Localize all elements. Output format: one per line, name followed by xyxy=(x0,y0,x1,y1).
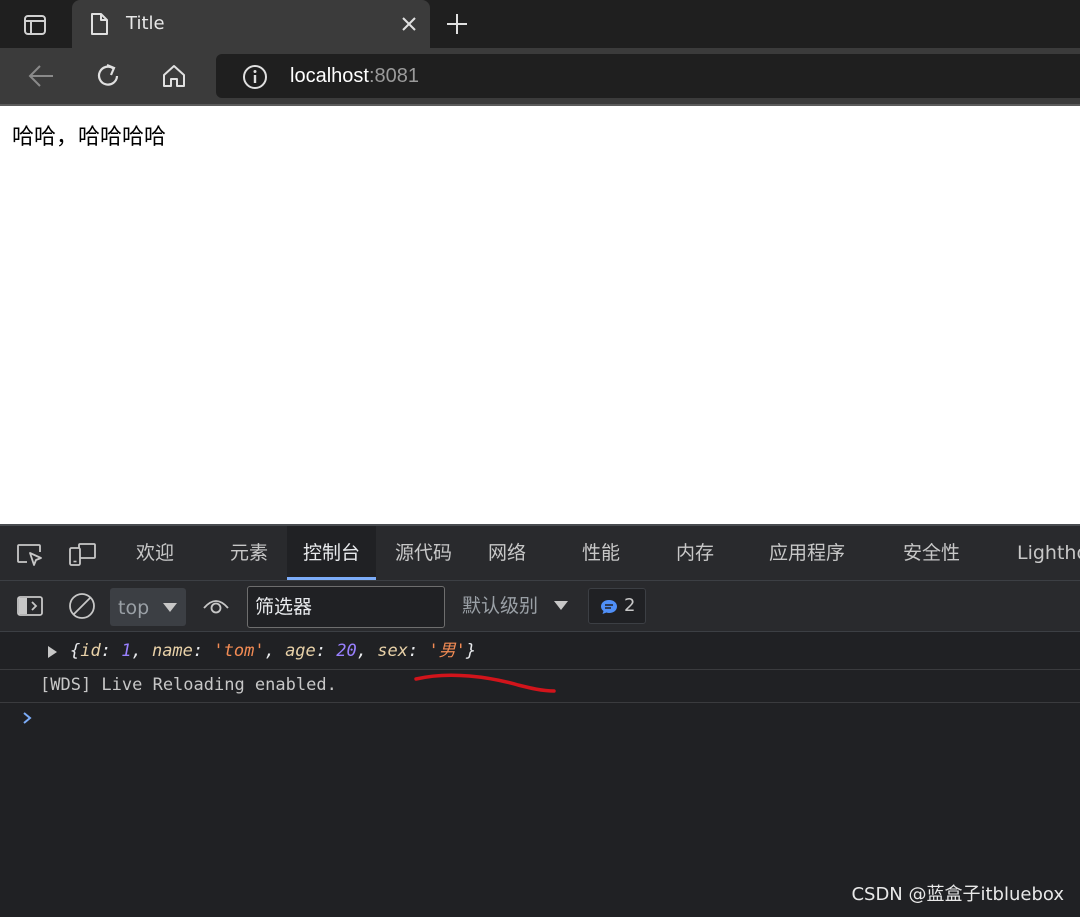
object-brace-open: { xyxy=(70,641,81,661)
clear-console-button[interactable] xyxy=(66,592,98,620)
object-value-sex: '男' xyxy=(428,641,466,661)
object-key-name: name xyxy=(151,641,193,661)
object-brace-close: } xyxy=(465,641,477,661)
close-icon xyxy=(402,17,416,31)
object-key-age: age xyxy=(285,641,316,661)
back-button[interactable] xyxy=(24,60,58,92)
devtools-tab-console[interactable]: 控制台 xyxy=(287,526,377,580)
info-icon[interactable] xyxy=(242,64,268,90)
devtools-tab-memory[interactable]: 内存 xyxy=(676,526,714,580)
object-preview[interactable]: {id: 1, name: 'tom', age: 20, sex: '男'} xyxy=(70,640,476,662)
context-dropdown-caret-icon xyxy=(163,603,177,612)
home-icon xyxy=(163,65,185,87)
devtools-tab-application[interactable]: 应用程序 xyxy=(769,526,845,580)
url-port: :8081 xyxy=(368,65,419,87)
message-icon xyxy=(601,600,617,614)
device-emulation-button[interactable] xyxy=(66,540,98,568)
object-value-id: 1 xyxy=(121,641,132,661)
devtools-tab-lighthouse[interactable]: Lighthouse xyxy=(1017,526,1080,580)
log-level-caret-icon[interactable] xyxy=(554,601,568,610)
page-content-text: 哈哈，哈哈哈哈 xyxy=(12,125,167,150)
object-separator: , xyxy=(356,641,378,661)
devtools-tab-elements[interactable]: 元素 xyxy=(230,526,268,580)
clear-console-icon xyxy=(69,593,95,619)
console-output: {id: 1, name: 'tom', age: 20, sex: '男'} … xyxy=(0,632,1080,917)
device-toolbar-icon xyxy=(69,543,96,566)
new-tab-button[interactable] xyxy=(442,10,472,38)
object-separator: , xyxy=(264,641,286,661)
context-label: top xyxy=(118,597,150,619)
devtools-tab-welcome[interactable]: 欢迎 xyxy=(136,526,174,580)
inspect-element-icon xyxy=(17,544,42,566)
object-separator: : xyxy=(407,641,429,661)
object-key-id: id xyxy=(80,641,101,661)
context-selector[interactable]: top xyxy=(110,588,186,626)
devtools-tab-security[interactable]: 安全性 xyxy=(903,526,960,580)
object-separator: : xyxy=(315,641,337,661)
message-count-badge[interactable]: 2 xyxy=(588,588,646,624)
browser-tab[interactable]: Title xyxy=(72,0,430,48)
message-count: 2 xyxy=(624,595,636,616)
devtools-tab-performance[interactable]: 性能 xyxy=(582,526,620,580)
tab-actions-icon xyxy=(24,15,46,35)
page-icon xyxy=(91,13,108,35)
console-toolbar: top 默认级别 2 xyxy=(0,581,1080,632)
object-separator: , xyxy=(131,641,152,661)
tab-actions-button[interactable] xyxy=(14,12,56,38)
devtools-panel: 欢迎 元素 控制台 源代码 网络 性能 内存 应用程序 安全性 Lighthou… xyxy=(0,524,1080,917)
tab-close-button[interactable] xyxy=(398,13,420,35)
watermark: CSDN @蓝盒子itbluebox xyxy=(851,884,1064,905)
home-button[interactable] xyxy=(157,60,191,92)
navigation-bar: localhost:8081 xyxy=(0,48,1080,106)
object-separator: : xyxy=(192,641,214,661)
tab-title: Title xyxy=(126,13,165,34)
page-viewport: 哈哈，哈哈哈哈 xyxy=(0,106,1080,524)
devtools-tab-bar: 欢迎 元素 控制台 源代码 网络 性能 内存 应用程序 安全性 Lighthou… xyxy=(0,526,1080,581)
console-prompt-chevron-icon[interactable] xyxy=(20,710,34,726)
address-bar[interactable]: localhost:8081 xyxy=(216,54,1080,98)
url-host: localhost xyxy=(290,65,369,87)
expand-triangle-icon[interactable] xyxy=(48,646,57,658)
sidebar-toggle-icon xyxy=(17,596,43,616)
object-key-sex: sex xyxy=(377,641,408,661)
object-separator: : xyxy=(100,641,122,661)
devtools-tab-network[interactable]: 网络 xyxy=(488,526,526,580)
eye-icon xyxy=(203,600,229,614)
live-expression-button[interactable] xyxy=(200,592,232,620)
reload-icon xyxy=(97,63,119,86)
log-level-selector[interactable]: 默认级别 xyxy=(462,593,538,619)
devtools-tab-sources[interactable]: 源代码 xyxy=(395,526,452,580)
show-sidebar-button[interactable] xyxy=(14,592,46,620)
back-arrow-icon xyxy=(28,65,53,87)
console-log-object[interactable]: {id: 1, name: 'tom', age: 20, sex: '男'} xyxy=(0,632,1080,670)
object-value-name: 'tom' xyxy=(213,641,265,661)
plus-icon xyxy=(447,14,467,34)
red-annotation-stroke xyxy=(414,673,556,693)
tab-strip: Title xyxy=(0,0,1080,48)
inspect-element-button[interactable] xyxy=(14,540,46,568)
wds-message-text: [WDS] Live Reloading enabled. xyxy=(40,675,337,695)
url-text[interactable]: localhost:8081 xyxy=(290,64,419,88)
reload-button[interactable] xyxy=(91,60,125,92)
object-value-age: 20 xyxy=(336,641,357,661)
console-filter-input[interactable] xyxy=(247,586,445,628)
